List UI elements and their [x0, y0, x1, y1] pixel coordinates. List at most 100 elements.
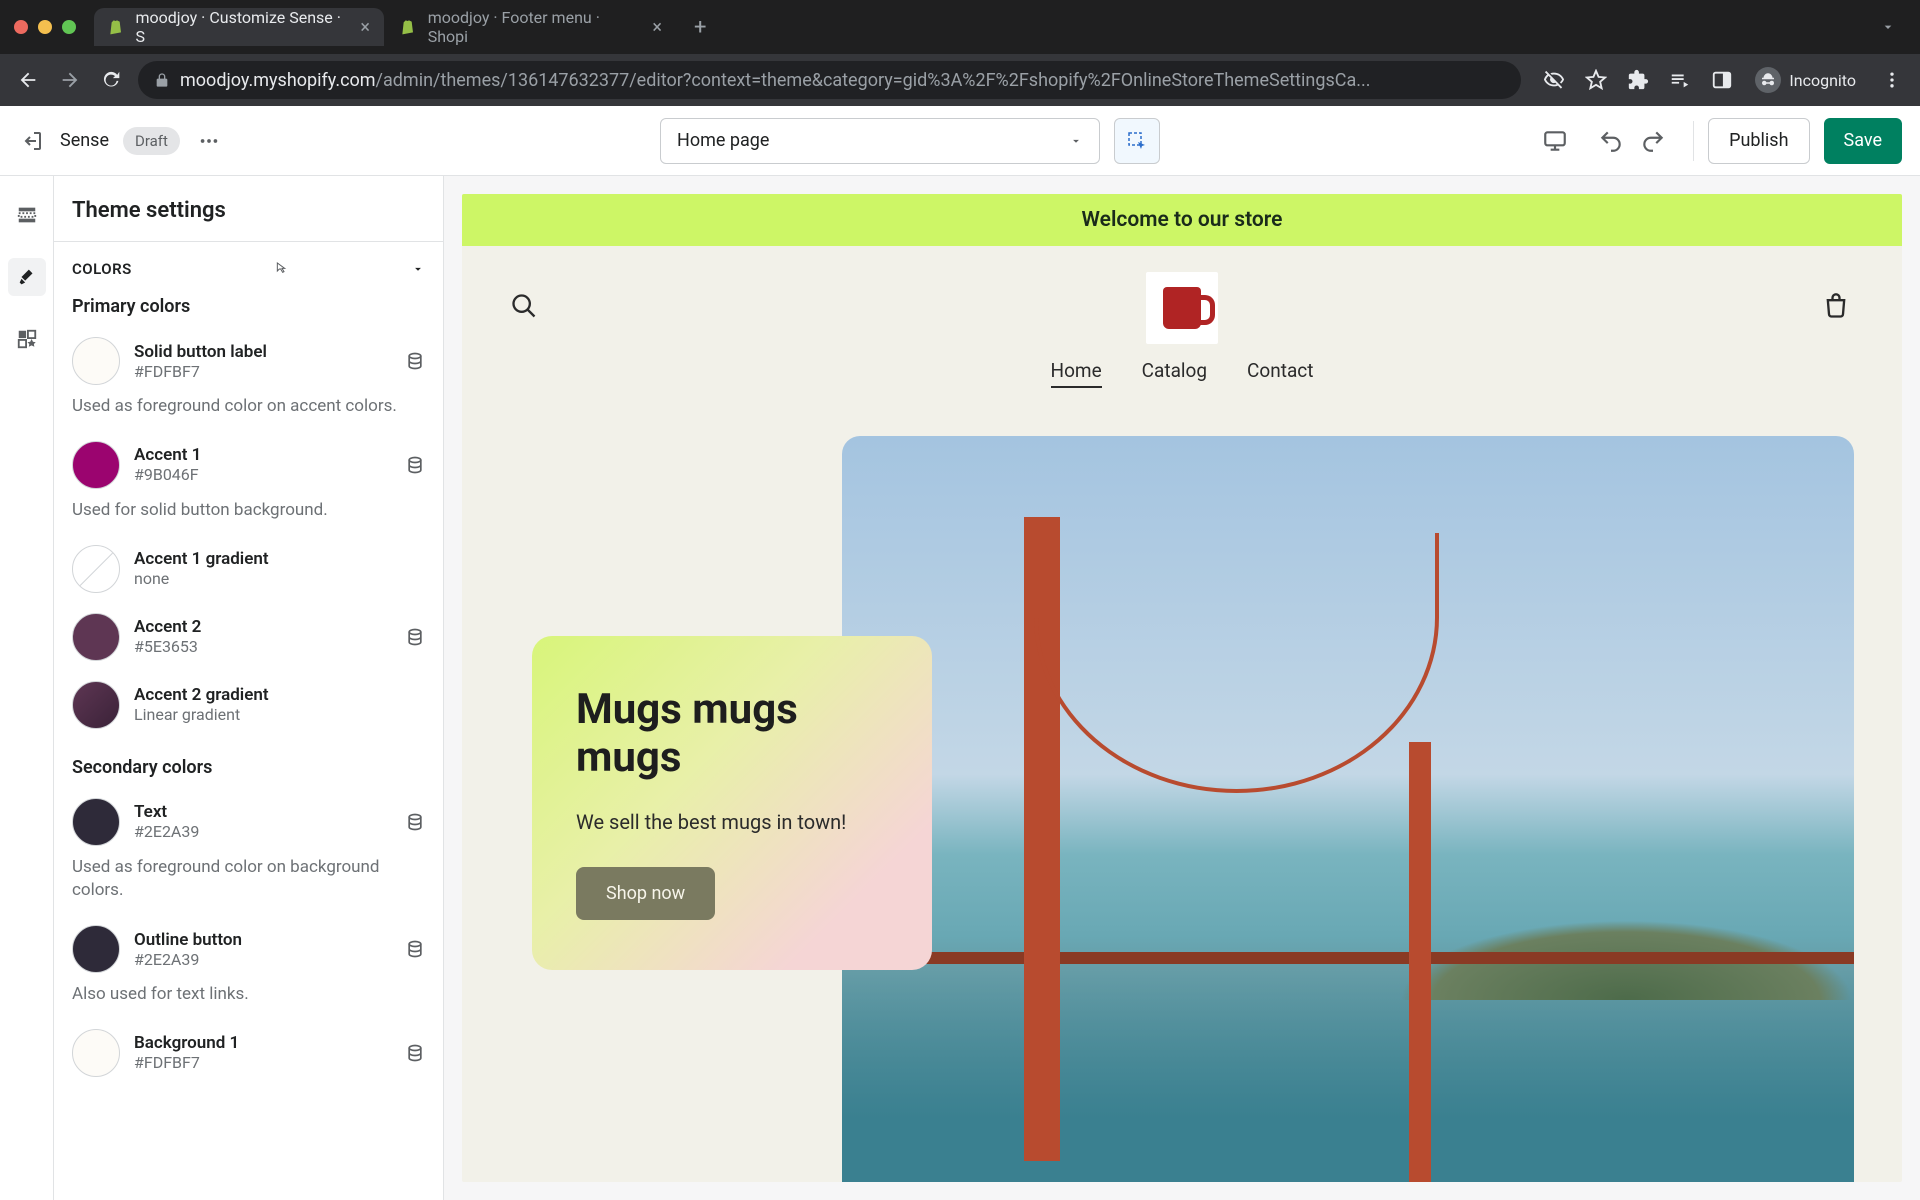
reload-button[interactable]	[96, 64, 128, 96]
store-logo[interactable]	[1146, 272, 1218, 344]
section-label: COLORS	[72, 260, 132, 278]
connect-dynamic-source-icon[interactable]	[405, 351, 425, 371]
color-swatch	[72, 337, 120, 385]
hero-body: We sell the best mugs in town!	[576, 807, 888, 837]
kebab-menu-icon[interactable]	[1876, 64, 1908, 96]
color-hint: Also used for text links.	[54, 983, 443, 1019]
new-tab-button[interactable]: +	[678, 15, 722, 40]
tabs-dropdown-icon[interactable]	[1870, 19, 1906, 35]
color-text[interactable]: Text #2E2A39	[54, 788, 443, 856]
window-close[interactable]	[14, 20, 28, 34]
incognito-icon	[1755, 67, 1781, 93]
close-icon[interactable]: ×	[360, 17, 370, 38]
colors-section-header[interactable]: COLORS	[72, 260, 425, 278]
theme-settings-tab-icon[interactable]	[8, 258, 46, 296]
nav-home[interactable]: Home	[1051, 359, 1102, 388]
color-background-1[interactable]: Background 1 #FDFBF7	[54, 1019, 443, 1087]
color-swatch	[72, 681, 120, 729]
preview-canvas: Welcome to our store Home Catalog	[444, 176, 1920, 1200]
search-icon[interactable]	[510, 292, 542, 324]
incognito-indicator[interactable]: Incognito	[1745, 67, 1866, 93]
color-solid-button-label[interactable]: Solid button label #FDFBF7	[54, 327, 443, 395]
extensions-icon[interactable]	[1625, 67, 1651, 93]
color-accent-1-gradient[interactable]: Accent 1 gradient none	[54, 535, 443, 603]
store-header: Home Catalog Contact	[462, 246, 1902, 406]
connect-dynamic-source-icon[interactable]	[405, 627, 425, 647]
color-swatch	[72, 1029, 120, 1077]
color-accent-2-gradient[interactable]: Accent 2 gradient Linear gradient	[54, 671, 443, 739]
draft-badge: Draft	[123, 127, 180, 155]
color-accent-1[interactable]: Accent 1 #9B046F	[54, 431, 443, 499]
exit-editor-icon[interactable]	[18, 127, 46, 155]
browser-tab-2[interactable]: moodjoy · Footer menu · Shopi ×	[386, 8, 676, 46]
hero-image	[842, 436, 1854, 1182]
connect-dynamic-source-icon[interactable]	[405, 812, 425, 832]
back-button[interactable]	[12, 64, 44, 96]
connect-dynamic-source-icon[interactable]	[405, 939, 425, 959]
url-host: moodjoy.myshopify.com	[180, 70, 376, 91]
address-bar[interactable]: moodjoy.myshopify.com/admin/themes/13614…	[138, 61, 1521, 99]
more-actions-icon[interactable]	[194, 126, 224, 156]
window-minimize[interactable]	[38, 20, 52, 34]
star-icon[interactable]	[1583, 67, 1609, 93]
browser-tab-1[interactable]: moodjoy · Customize Sense · S ×	[94, 8, 384, 46]
hero-title: Mugs mugs mugs	[576, 686, 888, 783]
sidepanel-icon[interactable]	[1709, 67, 1735, 93]
eye-off-icon[interactable]	[1541, 67, 1567, 93]
left-iconbar	[0, 176, 54, 1200]
sidebar-title: Theme settings	[54, 176, 443, 242]
secondary-colors-title: Secondary colors	[72, 757, 425, 778]
store-preview[interactable]: Welcome to our store Home Catalog	[462, 194, 1902, 1182]
desktop-view-icon[interactable]	[1539, 125, 1571, 157]
tab-title: moodjoy · Footer menu · Shopi	[428, 8, 641, 46]
connect-dynamic-source-icon[interactable]	[405, 1043, 425, 1063]
tab-title: moodjoy · Customize Sense · S	[136, 8, 349, 46]
inspector-icon	[1125, 129, 1149, 153]
url-path: /admin/themes/136147632377/editor?contex…	[376, 70, 1371, 91]
shopify-favicon	[400, 18, 418, 36]
sections-tab-icon[interactable]	[8, 196, 46, 234]
window-maximize[interactable]	[62, 20, 76, 34]
color-accent-2[interactable]: Accent 2 #5E3653	[54, 603, 443, 671]
shop-now-button[interactable]: Shop now	[576, 867, 715, 920]
inspector-toggle[interactable]	[1114, 118, 1160, 164]
lock-icon	[154, 72, 170, 88]
browser-tab-strip: moodjoy · Customize Sense · S × moodjoy …	[0, 0, 1920, 54]
incognito-label: Incognito	[1789, 71, 1856, 90]
chevron-down-icon	[1069, 134, 1083, 148]
color-swatch	[72, 613, 120, 661]
primary-colors-title: Primary colors	[72, 296, 425, 317]
nav-catalog[interactable]: Catalog	[1142, 359, 1207, 388]
window-controls	[14, 20, 76, 34]
editor-body: Theme settings COLORS Primary colors Sol…	[0, 176, 1920, 1200]
cursor-pointer-icon	[272, 261, 288, 277]
nav-contact[interactable]: Contact	[1247, 359, 1313, 388]
browser-toolbar: moodjoy.myshopify.com/admin/themes/13614…	[0, 54, 1920, 106]
connect-dynamic-source-icon[interactable]	[405, 455, 425, 475]
color-outline-button[interactable]: Outline button #2E2A39	[54, 915, 443, 983]
hero-section: Mugs mugs mugs We sell the best mugs in …	[462, 406, 1902, 1182]
redo-icon[interactable]	[1637, 125, 1669, 157]
publish-button[interactable]: Publish	[1708, 118, 1809, 164]
toolbar-icons	[1541, 67, 1735, 93]
forward-button[interactable]	[54, 64, 86, 96]
editor-top-bar: Sense Draft Home page Publish Save	[0, 106, 1920, 176]
color-swatch	[72, 545, 120, 593]
shopify-favicon	[108, 18, 126, 36]
theme-name: Sense	[60, 130, 109, 151]
cart-icon[interactable]	[1822, 292, 1854, 324]
close-icon[interactable]: ×	[652, 17, 662, 38]
announcement-bar[interactable]: Welcome to our store	[462, 194, 1902, 246]
page-selector[interactable]: Home page	[660, 118, 1100, 164]
playlist-icon[interactable]	[1667, 67, 1693, 93]
color-swatch	[72, 925, 120, 973]
chevron-down-icon	[411, 262, 425, 276]
store-nav: Home Catalog Contact	[1051, 359, 1314, 406]
color-swatch	[72, 441, 120, 489]
save-button[interactable]: Save	[1824, 118, 1903, 164]
color-hint: Used as foreground color on accent color…	[54, 395, 443, 431]
app-embeds-tab-icon[interactable]	[8, 320, 46, 358]
settings-sidebar: Theme settings COLORS Primary colors Sol…	[54, 176, 444, 1200]
mug-icon	[1163, 287, 1201, 329]
undo-icon[interactable]	[1595, 125, 1627, 157]
